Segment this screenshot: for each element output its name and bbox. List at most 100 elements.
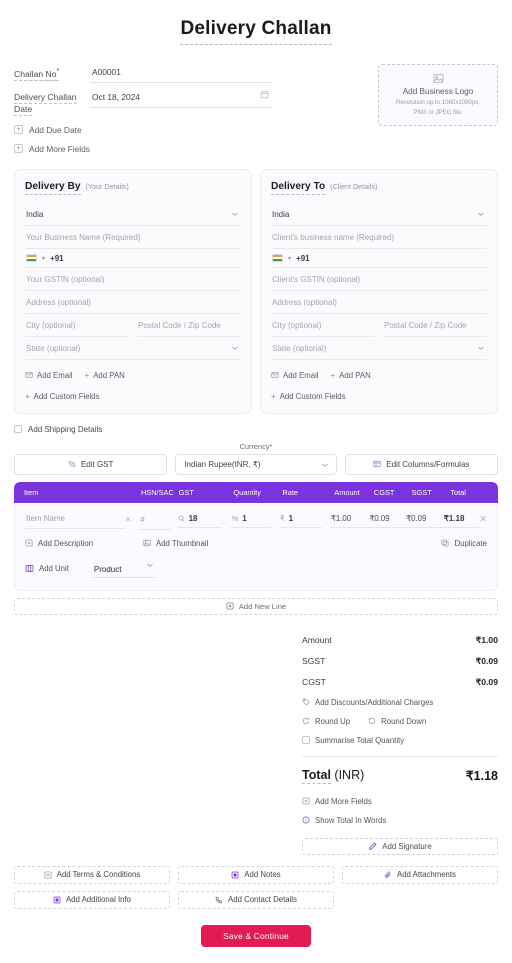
add-more-fields-button[interactable]: + Add More Fields — [14, 144, 272, 154]
summarise-total-quantity-checkbox-row[interactable]: Summarise Total Quantity — [302, 731, 498, 750]
delivery-by-subtitle: (Your Details) — [85, 181, 129, 191]
unit-icon — [25, 564, 34, 573]
item-name-input[interactable] — [25, 509, 125, 529]
required-asterisk: * — [56, 67, 60, 75]
cell-total: ₹1.18 — [442, 510, 480, 529]
delivery-to-business-name-input[interactable] — [271, 225, 487, 249]
challan-date-input[interactable] — [90, 88, 272, 108]
logo-hint-line1: Resolution up to 1080x1080px. — [395, 99, 481, 107]
delivery-to-city-input[interactable] — [271, 313, 375, 337]
totals-add-more-fields-button[interactable]: Add More Fields — [302, 792, 498, 811]
chevron-down-icon — [321, 461, 329, 469]
delivery-to-phone-code: +91 — [296, 253, 310, 263]
delivery-by-postal-input[interactable] — [137, 313, 241, 337]
totals-line: CGST ₹0.09 — [302, 672, 498, 693]
show-total-in-words-button[interactable]: Show Total In Words — [302, 811, 498, 830]
plus-square-icon: + — [14, 125, 23, 135]
delivery-to-add-email-button[interactable]: Add Email — [271, 371, 319, 380]
plus-square-icon — [25, 539, 33, 547]
delivery-to-postal-input[interactable] — [383, 313, 487, 337]
round-up-button[interactable]: Round Up — [302, 717, 350, 726]
chevron-down-icon: ▾ — [288, 255, 292, 262]
delivery-to-state-select[interactable] — [271, 336, 487, 360]
delivery-by-phone-row[interactable]: ▾ +91 — [25, 249, 241, 268]
parties-section: Delivery By (Your Details) ▾ +91 — [14, 168, 498, 414]
add-unit-button[interactable]: Add Unit — [25, 564, 69, 573]
items-table-header: Item HSN/SAC GST Quantity Rate Amount CG… — [14, 481, 498, 503]
delivery-to-add-pan-button[interactable]: + Add PAN — [331, 371, 371, 380]
items-table: Item HSN/SAC GST Quantity Rate Amount CG… — [14, 481, 498, 591]
add-notes-label: Add Notes — [244, 870, 281, 880]
add-due-date-label: Add Due Date — [29, 124, 82, 135]
clear-item-icon[interactable]: ✕ — [125, 515, 132, 524]
add-notes-button[interactable]: Add Notes — [178, 865, 334, 884]
save-and-continue-button[interactable]: Save & Continue — [201, 924, 311, 947]
add-additional-info-button[interactable]: Add Additional Info — [14, 890, 170, 909]
delivery-by-add-pan-label: Add PAN — [93, 370, 125, 380]
checkbox-icon[interactable] — [302, 736, 310, 745]
quantity-input[interactable] — [242, 514, 270, 524]
checkbox-icon[interactable] — [14, 425, 22, 434]
delivery-by-add-email-button[interactable]: Add Email — [25, 371, 73, 380]
delivery-to-country-select[interactable] — [271, 202, 487, 226]
challan-date-label-text: Delivery Challan Date — [14, 92, 77, 117]
add-shipping-details-checkbox-row[interactable]: Add Shipping Details — [14, 425, 498, 434]
unit-select[interactable] — [92, 562, 155, 578]
quantity-inline: % — [230, 510, 271, 529]
percent-icon: ％ — [67, 459, 76, 469]
delivery-to-address-input[interactable] — [271, 290, 487, 314]
column-header-sgst: SGST — [411, 487, 432, 497]
edit-columns-formulas-button[interactable]: Edit Columns/Formulas — [344, 453, 498, 475]
add-new-line-button[interactable]: Add New Line — [14, 597, 498, 615]
add-description-button[interactable]: Add Description — [25, 539, 143, 548]
hsn-input[interactable] — [139, 510, 171, 530]
delivery-by-country-select[interactable] — [25, 202, 241, 226]
add-signature-button[interactable]: Add Signature — [302, 837, 498, 855]
challan-no-label-text: Challan No — [14, 68, 57, 81]
rate-input[interactable] — [288, 514, 321, 524]
delivery-by-state-select[interactable] — [25, 336, 241, 360]
total-inline: ₹1.18 — [442, 510, 480, 529]
add-thumbnail-button[interactable]: Add Thumbnail — [143, 539, 441, 548]
add-terms-conditions-button[interactable]: Add Terms & Conditions — [14, 865, 170, 884]
plus-square-icon — [302, 797, 310, 805]
delivery-by-actions: Add Email + Add PAN — [25, 371, 241, 380]
add-discounts-button[interactable]: Add Discounts/Additional Charges — [302, 693, 498, 712]
currency-select[interactable]: Indian Rupee(INR, ₹) — [175, 453, 337, 475]
add-attachments-label: Add Attachments — [397, 870, 456, 880]
add-contact-details-button[interactable]: Add Contact Details — [178, 890, 334, 909]
meta-fields: Challan No* Delivery Challan Date — [14, 62, 272, 154]
duplicate-row-button[interactable]: Duplicate — [441, 539, 487, 548]
add-unit-label: Add Unit — [39, 563, 69, 573]
cell-item-name: ✕ — [25, 509, 139, 529]
delete-row-icon[interactable]: ✕ — [479, 514, 487, 525]
delivery-to-state-wrap — [271, 336, 487, 360]
items-table-body: ✕ % — [14, 502, 498, 591]
cell-quantity: % — [230, 510, 278, 529]
delivery-to-phone-row[interactable]: ▾ +91 — [271, 249, 487, 268]
calendar-icon[interactable] — [260, 90, 269, 99]
add-shipping-details-label: Add Shipping Details — [28, 424, 103, 434]
delivery-by-gstin-input[interactable] — [25, 267, 241, 291]
delivery-to-add-custom-fields-button[interactable]: + Add Custom Fields — [271, 392, 487, 401]
grand-total-row: Total (INR) ₹1.18 — [302, 755, 498, 785]
delivery-by-business-name-input[interactable] — [25, 225, 241, 249]
chevron-down-icon: ▾ — [42, 255, 46, 262]
delivery-to-gstin-input[interactable] — [271, 267, 487, 291]
column-header-rate: Rate — [282, 487, 299, 497]
edit-gst-button[interactable]: ％ Edit GST — [14, 453, 168, 475]
delivery-by-city-input[interactable] — [25, 313, 129, 337]
challan-no-input[interactable] — [90, 63, 272, 83]
add-due-date-button[interactable]: + Add Due Date — [14, 125, 272, 135]
challan-date-field-wrap — [90, 87, 272, 108]
delivery-by-add-pan-button[interactable]: + Add PAN — [85, 371, 125, 380]
currency-value: Indian Rupee(INR, ₹) — [184, 459, 261, 469]
title-container: Delivery Challan — [14, 0, 498, 45]
round-down-button[interactable]: Round Down — [368, 717, 426, 726]
delivery-by-add-custom-fields-button[interactable]: + Add Custom Fields — [25, 392, 241, 401]
add-attachments-button[interactable]: Add Attachments — [342, 865, 498, 884]
amount-inline: ₹1.00 — [329, 510, 369, 529]
gst-input[interactable] — [188, 514, 222, 524]
add-business-logo-dropzone[interactable]: Add Business Logo Resolution up to 1080x… — [378, 64, 498, 126]
delivery-by-address-input[interactable] — [25, 290, 241, 314]
